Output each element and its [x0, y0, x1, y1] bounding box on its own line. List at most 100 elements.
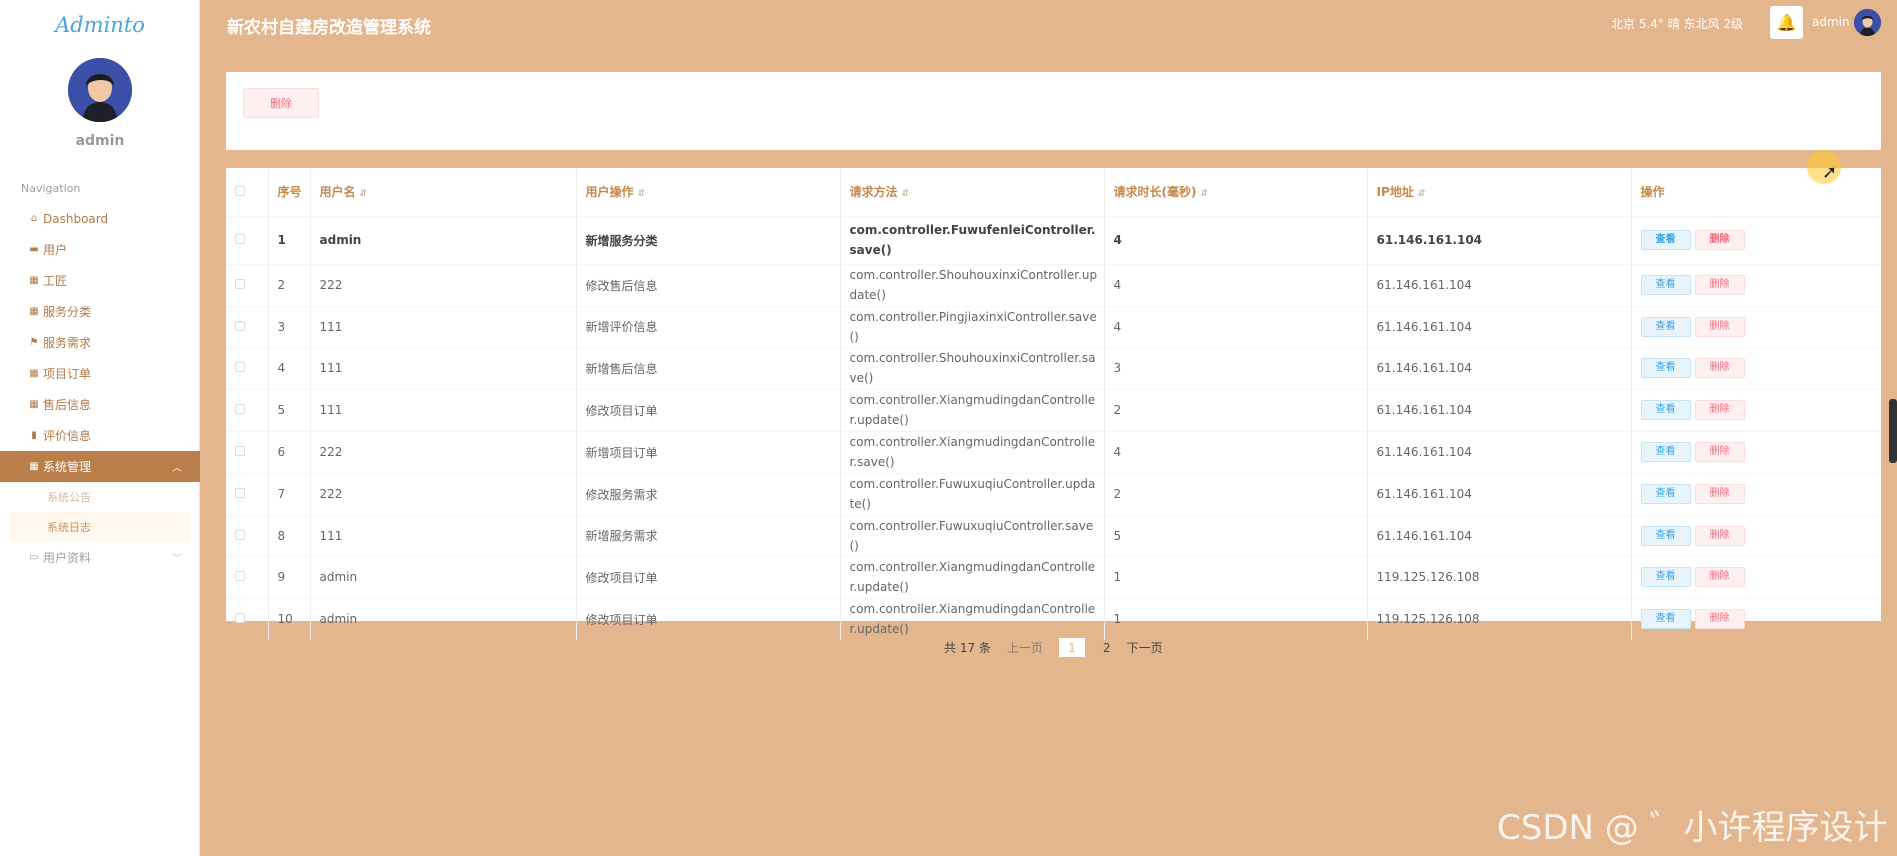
delete-button[interactable]: 删除: [1694, 358, 1745, 378]
cell-duration: 4: [1104, 430, 1368, 473]
sidebar-item-label: 服务分类: [43, 305, 92, 319]
row-checkbox[interactable]: [226, 430, 269, 473]
chevron-down-icon: ﹀: [172, 554, 182, 565]
batch-delete-button[interactable]: 删除: [243, 88, 319, 118]
sidebar-item-craftsmen[interactable]: ▦ 工匠: [0, 265, 200, 296]
sidebar-item-reviews[interactable]: ▮ 评价信息: [0, 420, 200, 451]
sidebar-item-dashboard[interactable]: ⌂ Dashboard: [0, 203, 200, 234]
cell-no: 6: [268, 430, 311, 473]
view-button[interactable]: 查看: [1640, 275, 1691, 295]
cell-method: com.controller.XiangmudingdanController.…: [840, 388, 1105, 431]
delete-button[interactable]: 删除: [1694, 525, 1745, 546]
column-header[interactable]: 用户名 ⇵: [310, 168, 577, 216]
cell-username: admin: [310, 597, 577, 640]
cell-no: 9: [268, 555, 311, 598]
delete-button[interactable]: 删除: [1694, 275, 1745, 295]
sort-icon[interactable]: ⇵: [360, 189, 368, 199]
view-button[interactable]: 查看: [1640, 484, 1691, 504]
header-avatar[interactable]: [1854, 9, 1881, 36]
delete-button[interactable]: 删除: [1694, 442, 1745, 462]
view-button[interactable]: 查看: [1640, 358, 1691, 378]
header-username[interactable]: admin: [1812, 15, 1850, 29]
sort-icon[interactable]: ⇵: [902, 189, 910, 199]
cell-username: 111: [310, 346, 577, 389]
sidebar-subitem-announcements[interactable]: 系统公告: [0, 482, 200, 512]
table-row: 4 111 新增售后信息 com.controller.ShouhouxinxiCon…: [226, 346, 1881, 389]
view-button[interactable]: 查看: [1640, 400, 1691, 420]
delete-button[interactable]: 删除: [1694, 230, 1745, 250]
sidebar-item-service-demand[interactable]: ⚑ 服务需求: [0, 327, 200, 358]
cell-username: 222: [310, 263, 577, 306]
delete-button[interactable]: 删除: [1694, 567, 1745, 587]
sidebar-item-users[interactable]: ▬ 用户: [0, 234, 200, 265]
cell-duration: 5: [1104, 514, 1368, 556]
sort-icon[interactable]: ⇵: [1418, 189, 1426, 199]
view-button[interactable]: 查看: [1640, 609, 1691, 630]
sidebar-item-label: 项目订单: [43, 367, 92, 381]
pagination-total: 共 17 条: [944, 641, 991, 655]
view-button[interactable]: 查看: [1640, 525, 1691, 546]
table-row: 8 111 新增服务需求 com.controller.FuwuxuqiuContro…: [226, 514, 1881, 556]
cell-no: 2: [268, 263, 311, 306]
row-checkbox[interactable]: [226, 555, 269, 598]
notification-button[interactable]: 🔔: [1770, 6, 1803, 39]
column-header[interactable]: 请求时长(毫秒) ⇵: [1104, 168, 1368, 216]
cell-ip: 61.146.161.104: [1367, 514, 1632, 556]
sidebar-item-label: Dashboard: [43, 211, 109, 226]
avatar[interactable]: [68, 58, 132, 122]
next-page-button[interactable]: 下一页: [1127, 639, 1163, 656]
cell-no: 7: [268, 472, 311, 515]
row-checkbox[interactable]: [226, 388, 269, 431]
scrollbar[interactable]: [1889, 399, 1897, 463]
bell-icon: 🔔: [1776, 13, 1797, 32]
cell-operation: 新增服务分类: [576, 215, 841, 264]
row-checkbox[interactable]: [226, 514, 269, 556]
prev-page-button[interactable]: 上一页: [1007, 639, 1043, 656]
cell-operation: 新增售后信息: [576, 346, 841, 389]
sidebar-item-system[interactable]: ▦ 系统管理 ︿: [0, 451, 200, 482]
cell-actions: 查看 删除: [1631, 597, 1881, 640]
sidebar-item-profile[interactable]: ▭ 用户资料 ﹀: [0, 542, 200, 573]
bar-chart-icon: ▮: [31, 430, 37, 441]
row-checkbox[interactable]: [226, 215, 269, 264]
cell-method: com.controller.XiangmudingdanController.…: [840, 597, 1105, 640]
table-row: 6 222 新增项目订单 com.controller.XiangmudingdanC…: [226, 430, 1881, 473]
sort-icon[interactable]: ⇵: [638, 189, 646, 199]
cell-duration: 2: [1104, 472, 1368, 515]
view-button[interactable]: 查看: [1640, 316, 1691, 337]
cell-duration: 2: [1104, 388, 1368, 431]
grid-icon: ▦: [29, 399, 39, 410]
delete-button[interactable]: 删除: [1694, 484, 1745, 504]
nav-section-label: Navigation: [21, 182, 81, 195]
row-checkbox[interactable]: [226, 597, 269, 640]
select-all-checkbox[interactable]: [226, 168, 269, 216]
sidebar-item-after-sales[interactable]: ▦ 售后信息: [0, 389, 200, 420]
row-checkbox[interactable]: [226, 263, 269, 306]
column-header[interactable]: IP地址 ⇵: [1367, 168, 1632, 216]
sidebar-subitem-system-log[interactable]: 系统日志: [10, 512, 190, 542]
sidebar-item-project-orders[interactable]: ▦ 项目订单: [0, 358, 200, 389]
page-2-button[interactable]: 2: [1103, 641, 1111, 655]
cell-actions: 查看 删除: [1631, 305, 1881, 347]
row-checkbox[interactable]: [226, 472, 269, 515]
sidebar-item-service-category[interactable]: ▦ 服务分类: [0, 296, 200, 327]
view-button[interactable]: 查看: [1640, 230, 1691, 250]
cell-operation: 修改项目订单: [576, 555, 841, 598]
cell-username: admin: [310, 215, 577, 264]
cell-operation: 新增服务需求: [576, 514, 841, 556]
delete-button[interactable]: 删除: [1694, 400, 1745, 420]
delete-button[interactable]: 删除: [1694, 316, 1745, 337]
delete-button[interactable]: 删除: [1694, 609, 1745, 630]
cell-ip: 61.146.161.104: [1367, 305, 1632, 347]
row-checkbox[interactable]: [226, 305, 269, 347]
column-header[interactable]: 请求方法 ⇵: [840, 168, 1105, 216]
sort-icon[interactable]: ⇵: [1200, 189, 1208, 199]
page-1-button[interactable]: 1: [1058, 638, 1085, 657]
column-header[interactable]: 用户操作 ⇵: [576, 168, 841, 216]
row-checkbox[interactable]: [226, 346, 269, 389]
cell-method: com.controller.XiangmudingdanController.…: [840, 430, 1105, 473]
view-button[interactable]: 查看: [1640, 442, 1691, 462]
action-panel: 删除: [226, 72, 1881, 150]
flag-icon: ⚑: [29, 337, 39, 348]
view-button[interactable]: 查看: [1640, 567, 1691, 587]
